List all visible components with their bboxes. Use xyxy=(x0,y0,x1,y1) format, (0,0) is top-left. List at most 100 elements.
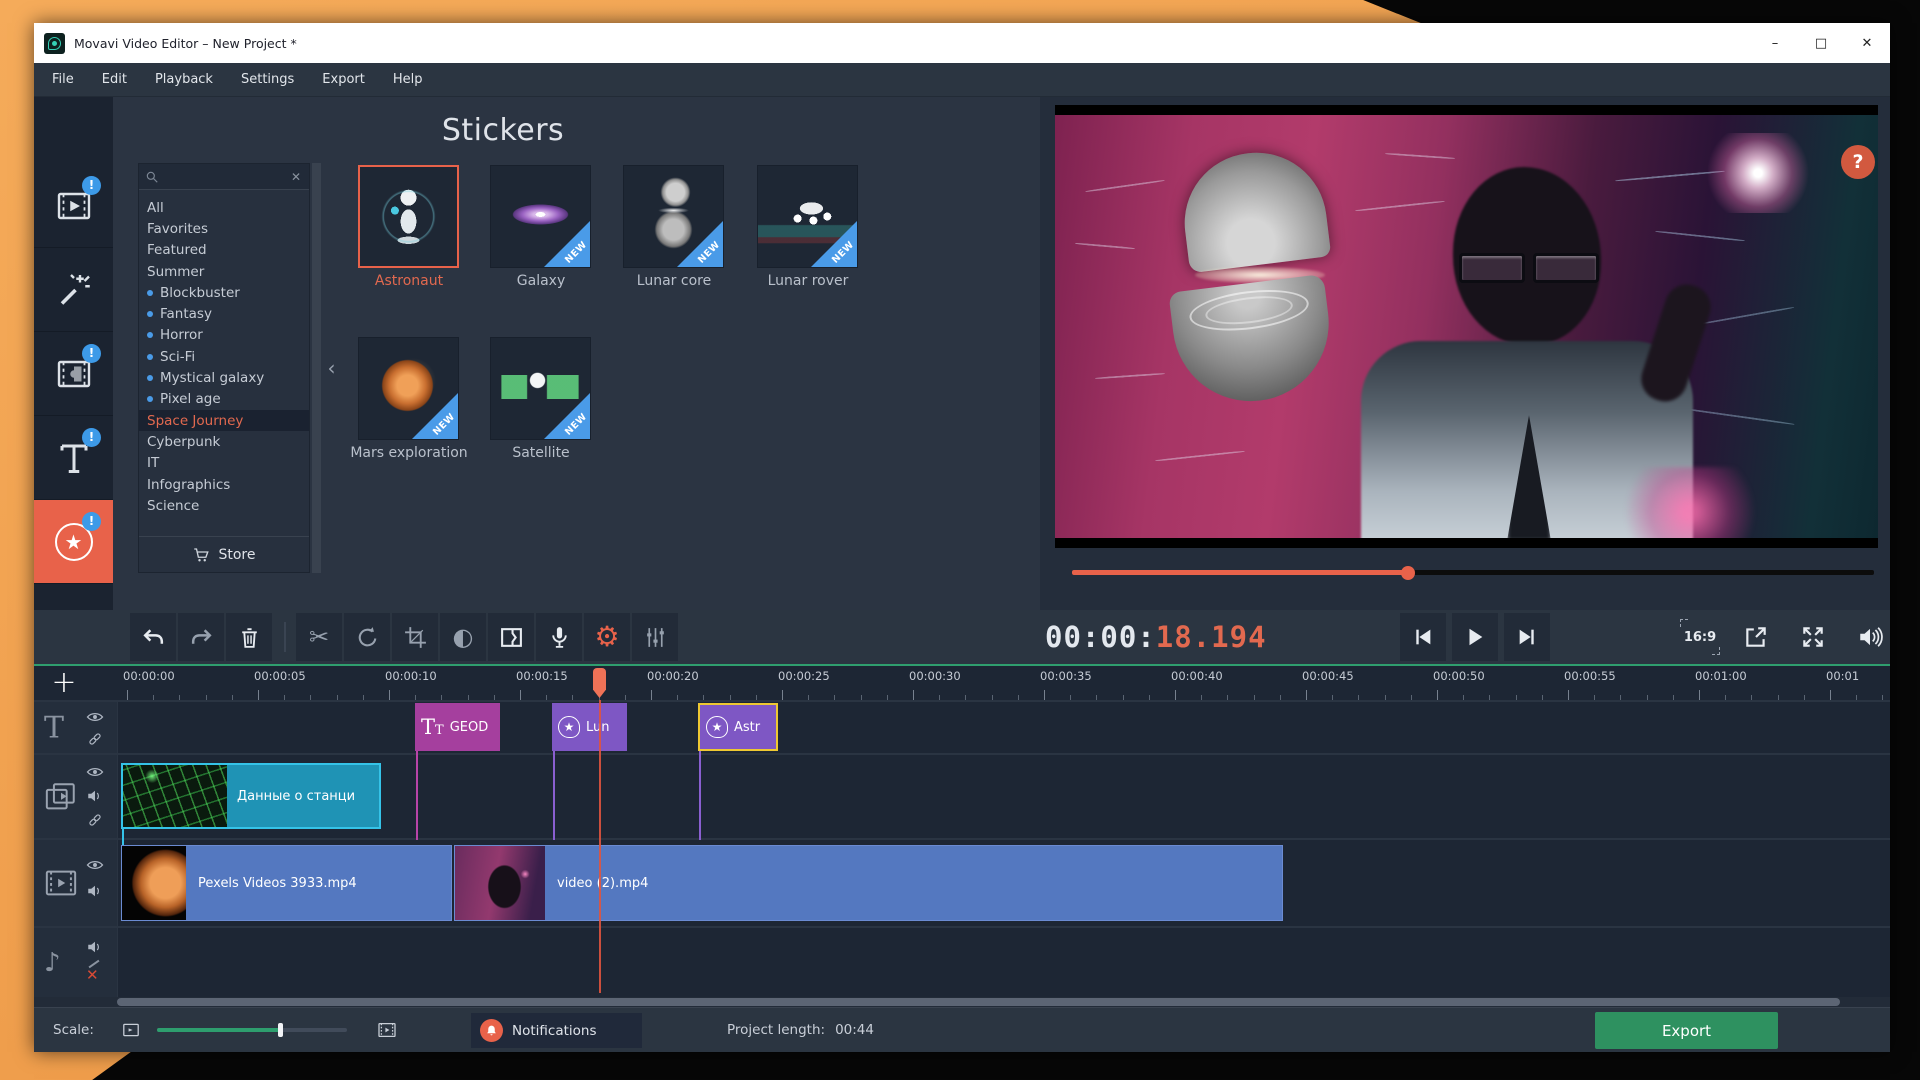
scale-slider-handle[interactable] xyxy=(278,1023,283,1037)
sticker-lunar-rover[interactable]: NEW Lunar rover xyxy=(757,165,859,290)
sticker-label: Mars exploration xyxy=(350,445,468,461)
minimize-button[interactable]: – xyxy=(1752,23,1798,63)
bullet-icon xyxy=(147,375,153,382)
maximize-button[interactable]: □ xyxy=(1798,23,1844,63)
record-voice-button[interactable] xyxy=(536,613,582,661)
audio-track-header[interactable]: ♪ ✕ xyxy=(34,928,117,997)
close-button[interactable]: ✕ xyxy=(1844,23,1890,63)
delete-button[interactable] xyxy=(226,613,272,661)
menu-file[interactable]: File xyxy=(38,63,88,97)
menu-playback[interactable]: Playback xyxy=(141,63,227,97)
text-clip-geod[interactable]: TT GEOD xyxy=(415,703,500,751)
detach-preview-button[interactable] xyxy=(1737,619,1775,655)
category-cyberpunk[interactable]: Cyberpunk xyxy=(139,431,309,452)
settings-button[interactable]: ⚙ xyxy=(584,613,630,661)
transition-wizard-button[interactable] xyxy=(488,613,534,661)
title-track-header[interactable]: T xyxy=(34,702,117,753)
category-horror[interactable]: Horror xyxy=(139,325,309,346)
collapse-panel-button[interactable]: ‹ xyxy=(323,163,340,573)
sidebar-item-filters[interactable] xyxy=(34,248,113,332)
notifications-button[interactable]: Notifications xyxy=(471,1013,642,1048)
category-infographics[interactable]: Infographics xyxy=(139,474,309,495)
sticker-satellite[interactable]: NEW Satellite xyxy=(490,337,592,462)
category-scrollbar[interactable] xyxy=(312,163,321,573)
sticker-galaxy[interactable]: NEW Galaxy xyxy=(490,165,592,290)
person-glasses xyxy=(1459,253,1599,283)
category-mystical-galaxy[interactable]: Mystical galaxy xyxy=(139,367,309,388)
fullscreen-icon xyxy=(1803,627,1823,647)
previous-frame-button[interactable] xyxy=(1400,613,1446,661)
scrollbar-thumb[interactable] xyxy=(117,998,1840,1006)
video-clip-video2[interactable]: video (2).mp4 xyxy=(454,845,1283,921)
sticker-clip-lun[interactable]: ★ Lun xyxy=(552,703,627,751)
sticker-clip-astr[interactable]: ★ Astr xyxy=(698,703,778,751)
overlay-clip[interactable]: Данные о станци xyxy=(121,763,381,829)
category-sci-fi[interactable]: Sci-Fi xyxy=(139,346,309,367)
menu-export[interactable]: Export xyxy=(308,63,379,97)
eye-icon[interactable] xyxy=(86,857,106,875)
horizontal-scrollbar[interactable] xyxy=(34,997,1890,1007)
link-icon[interactable] xyxy=(86,731,106,749)
clip-thumbnail xyxy=(455,846,545,920)
more-tools-button[interactable] xyxy=(632,613,678,661)
category-science[interactable]: Science xyxy=(139,495,309,516)
sidebar-item-transitions[interactable]: ! xyxy=(34,332,113,416)
link-icon[interactable] xyxy=(86,812,106,830)
clear-search-icon[interactable]: ✕ xyxy=(289,170,303,184)
category-summer[interactable]: Summer xyxy=(139,261,309,282)
sidebar-item-media[interactable]: ! xyxy=(34,164,113,248)
speaker-icon[interactable] xyxy=(86,788,106,806)
seek-bar[interactable] xyxy=(1072,566,1874,580)
zoom-in-icon[interactable] xyxy=(374,1020,400,1040)
aspect-ratio-button[interactable]: 16:9 xyxy=(1680,619,1720,655)
sticker-mars-exploration[interactable]: NEW Mars exploration xyxy=(350,337,468,462)
menu-help[interactable]: Help xyxy=(379,63,437,97)
menu-edit[interactable]: Edit xyxy=(88,63,141,97)
redo-button[interactable] xyxy=(178,613,224,661)
speaker-icon[interactable] xyxy=(86,939,106,957)
export-button[interactable]: Export xyxy=(1595,1012,1778,1049)
category-blockbuster[interactable]: Blockbuster xyxy=(139,282,309,303)
timecode: 00:00:18.194 xyxy=(1045,620,1267,654)
speaker-icon[interactable] xyxy=(86,883,106,901)
category-fantasy[interactable]: Fantasy xyxy=(139,303,309,324)
timeline-ruler[interactable]: 00:00:00 00:00:05 00:00:10 00:00:15 00:00:20… xyxy=(34,666,1890,700)
category-all[interactable]: All xyxy=(139,197,309,218)
undo-button[interactable] xyxy=(130,613,176,661)
sidebar-item-stickers[interactable]: ★ ! xyxy=(34,500,113,584)
sticker-astronaut[interactable]: Astronaut xyxy=(358,165,460,290)
volume-button[interactable] xyxy=(1851,619,1889,655)
sticker-label: Galaxy xyxy=(516,273,566,289)
zoom-out-icon[interactable] xyxy=(118,1020,144,1040)
fullscreen-button[interactable] xyxy=(1794,619,1832,655)
eye-icon[interactable] xyxy=(86,764,106,782)
category-favorites[interactable]: Favorites xyxy=(139,218,309,239)
menu-settings[interactable]: Settings xyxy=(227,63,308,97)
help-button[interactable]: ? xyxy=(1841,145,1875,179)
category-pixel-age[interactable]: Pixel age xyxy=(139,389,309,410)
overlay-track-header[interactable] xyxy=(34,755,117,838)
rotate-button[interactable] xyxy=(344,613,390,661)
unlink-audio-icon[interactable]: ✕ xyxy=(86,966,99,984)
sidebar-item-titles[interactable]: ! xyxy=(34,416,113,500)
split-button[interactable]: ✂ xyxy=(296,613,342,661)
menu-bar: File Edit Playback Settings Export Help xyxy=(34,63,1890,97)
search-input[interactable] xyxy=(159,169,289,184)
ruler-tick xyxy=(651,690,652,700)
crop-button[interactable] xyxy=(392,613,438,661)
scale-slider[interactable] xyxy=(157,1023,347,1037)
sticker-lunar-core[interactable]: NEW Lunar core xyxy=(623,165,725,290)
video-track-header[interactable] xyxy=(34,840,117,926)
category-space-journey[interactable]: Space Journey xyxy=(139,409,309,432)
category-it[interactable]: IT xyxy=(139,453,309,474)
category-featured[interactable]: Featured xyxy=(139,240,309,261)
video-clip-pexels[interactable]: Pexels Videos 3933.mp4 xyxy=(121,845,452,921)
store-button[interactable]: Store xyxy=(139,536,309,572)
add-track-button[interactable] xyxy=(44,666,84,700)
next-frame-button[interactable] xyxy=(1504,613,1550,661)
eye-icon[interactable] xyxy=(86,709,106,727)
seek-handle[interactable] xyxy=(1401,566,1415,580)
color-adjust-button[interactable]: ◐ xyxy=(440,613,486,661)
seek-fill xyxy=(1072,570,1408,575)
play-button[interactable] xyxy=(1452,613,1498,661)
